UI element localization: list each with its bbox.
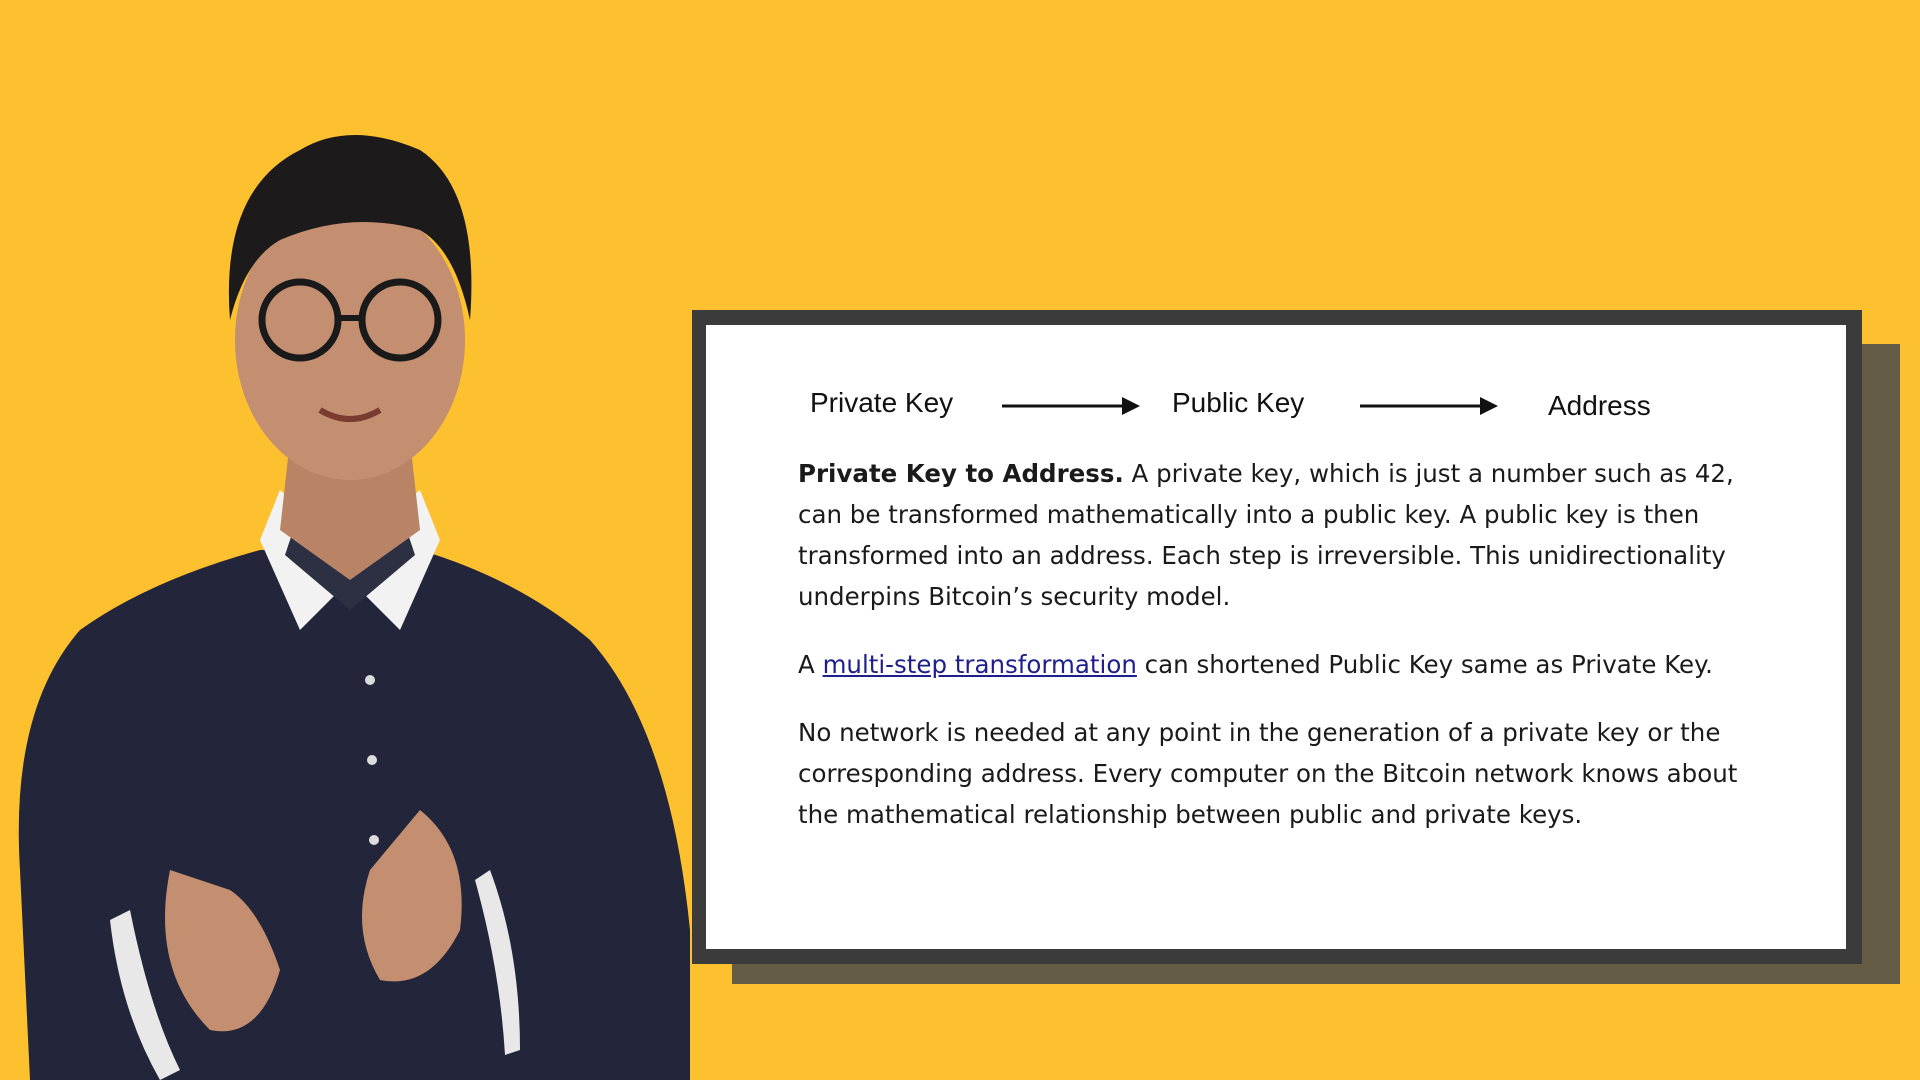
flow-node-private-key: Private Key — [810, 387, 954, 418]
flow-node-address: Address — [1548, 390, 1651, 421]
right-arrow-icon — [1360, 397, 1498, 415]
paragraph-private-key-to-address: Private Key to Address. A private key, w… — [798, 453, 1748, 617]
presenter-figure — [0, 110, 700, 1080]
paragraph-suffix: can shortened Public Key same as Private… — [1136, 650, 1713, 679]
slide-body: Private Key to Address. A private key, w… — [798, 453, 1748, 862]
flow-node-public-key: Public Key — [1172, 387, 1305, 418]
slide: Private Key Public Key Address Private K… — [706, 325, 1846, 949]
paragraph-no-network: No network is needed at any point in the… — [798, 718, 1738, 829]
paragraph-multi-step: A multi-step transformation can shortene… — [798, 644, 1748, 685]
key-flow-diagram: Private Key Public Key Address — [810, 381, 1710, 431]
right-arrow-icon — [1002, 397, 1140, 415]
paragraph-heading: Private Key to Address. — [798, 459, 1124, 488]
paragraph-prefix: A — [798, 650, 823, 679]
multi-step-transformation-link[interactable]: multi-step transformation — [823, 650, 1137, 679]
